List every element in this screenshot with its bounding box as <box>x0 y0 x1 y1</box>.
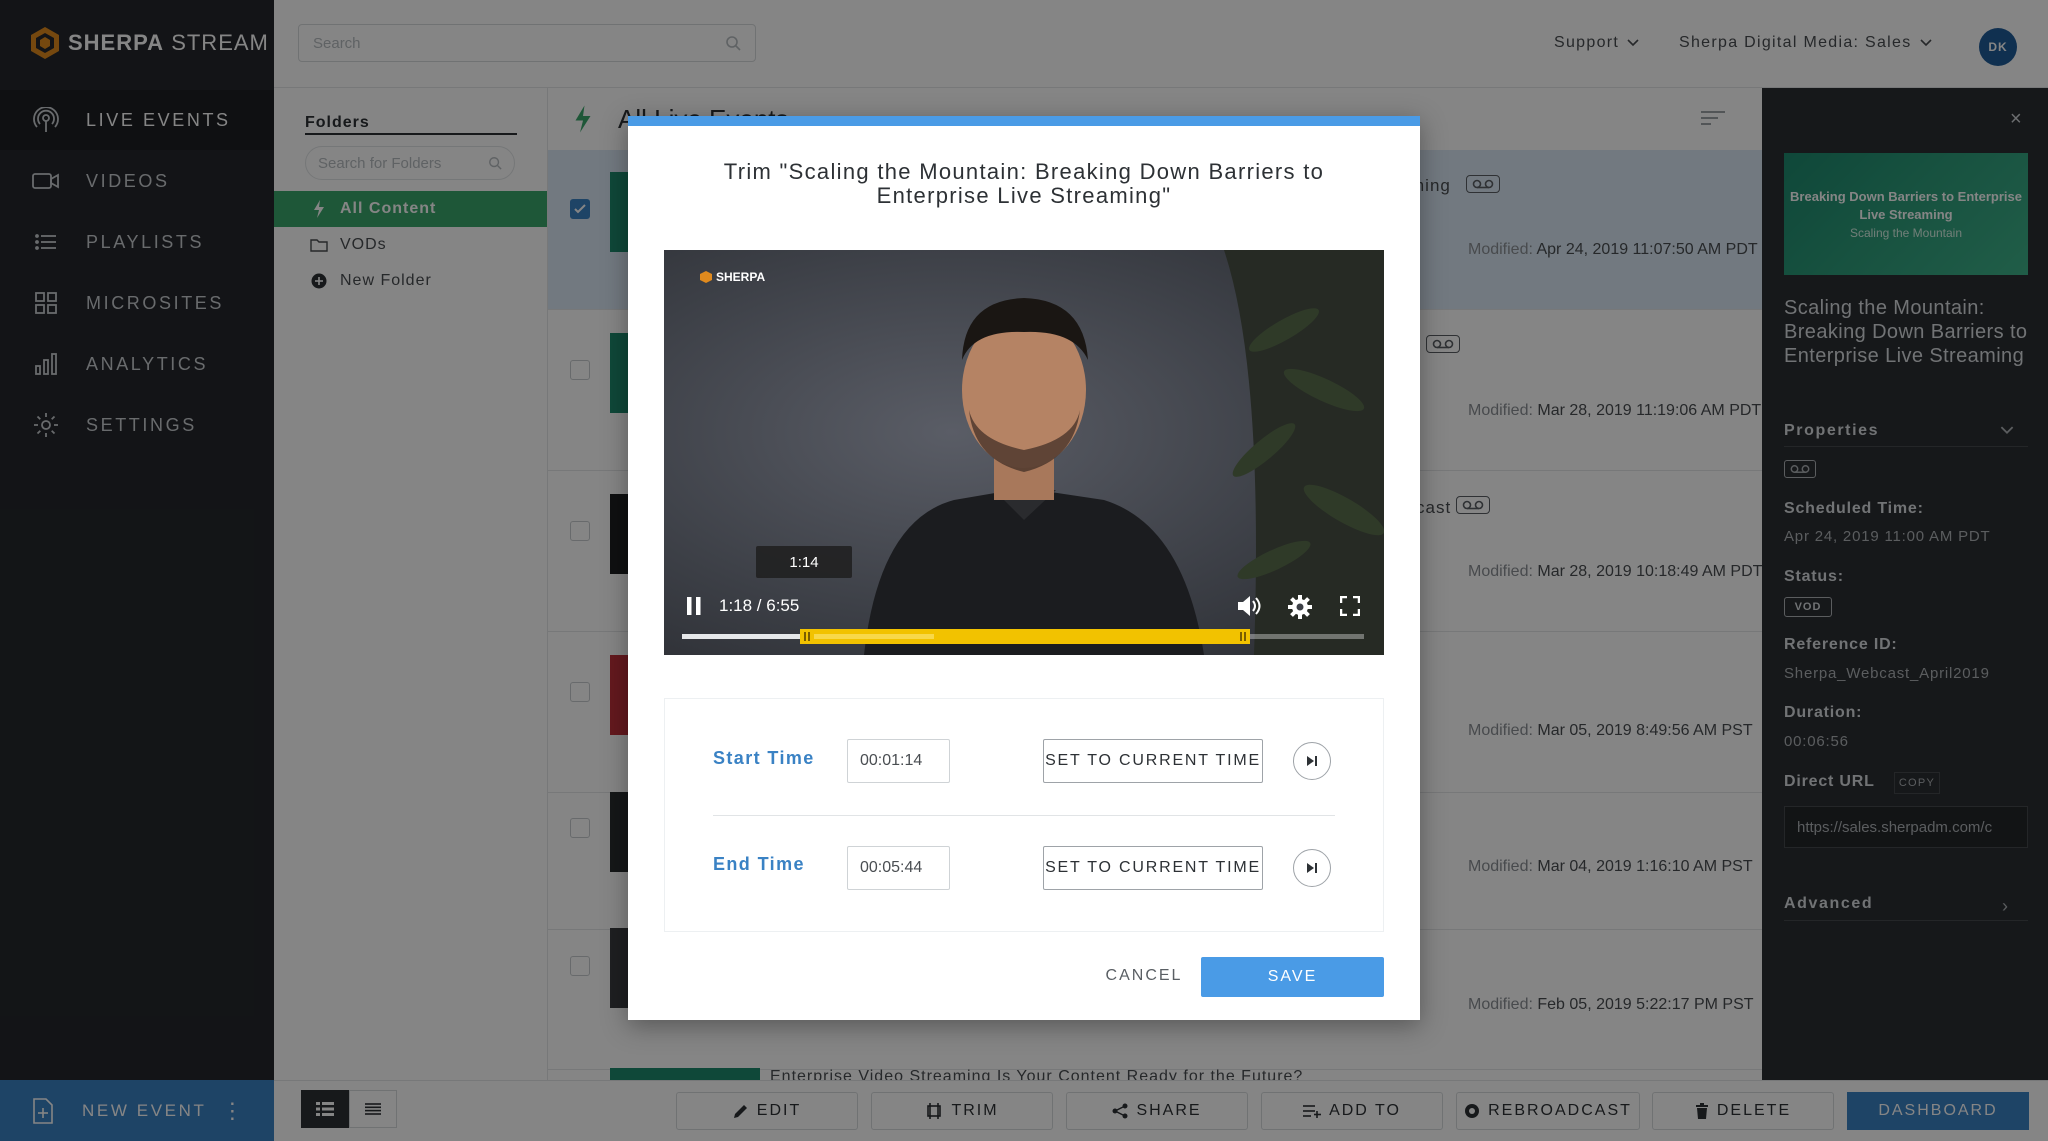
save-button[interactable]: SAVE <box>1201 957 1384 997</box>
start-time-input[interactable]: 00:01:14 <box>847 739 950 783</box>
playback-time: 1:18 / 6:55 <box>719 596 800 615</box>
pause-icon[interactable] <box>686 597 702 615</box>
set-end-to-current-button[interactable]: SET TO CURRENT TIME <box>1043 846 1263 890</box>
play-from-end-button[interactable] <box>1293 849 1331 887</box>
seek-time-tooltip: 1:14 <box>756 546 852 578</box>
fullscreen-icon[interactable] <box>1340 596 1360 616</box>
trim-end-handle[interactable] <box>1236 629 1251 644</box>
end-time-label: End Time <box>713 854 805 874</box>
end-time-input[interactable]: 00:05:44 <box>847 846 950 890</box>
video-brand-watermark: SHERPA <box>700 270 765 284</box>
sherpa-logo-icon <box>700 271 712 283</box>
play-skip-icon <box>1307 756 1317 766</box>
modal-title: Trim "Scaling the Mountain: Breaking Dow… <box>723 159 1325 208</box>
settings-gear-icon[interactable] <box>1287 594 1313 620</box>
play-from-start-button[interactable] <box>1293 742 1331 780</box>
modal-accent-bar <box>628 116 1420 126</box>
start-time-label: Start Time <box>713 748 815 768</box>
trim-start-handle[interactable] <box>800 629 815 644</box>
divider <box>713 815 1335 816</box>
play-skip-icon <box>1307 863 1317 873</box>
trim-range-played <box>803 634 935 639</box>
set-start-to-current-button[interactable]: SET TO CURRENT TIME <box>1043 739 1263 783</box>
video-brand-label: SHERPA <box>716 270 766 284</box>
cancel-button[interactable]: CANCEL <box>1084 957 1204 995</box>
volume-icon[interactable] <box>1237 594 1263 618</box>
video-player[interactable] <box>664 250 1384 655</box>
video-frame <box>864 250 1384 655</box>
